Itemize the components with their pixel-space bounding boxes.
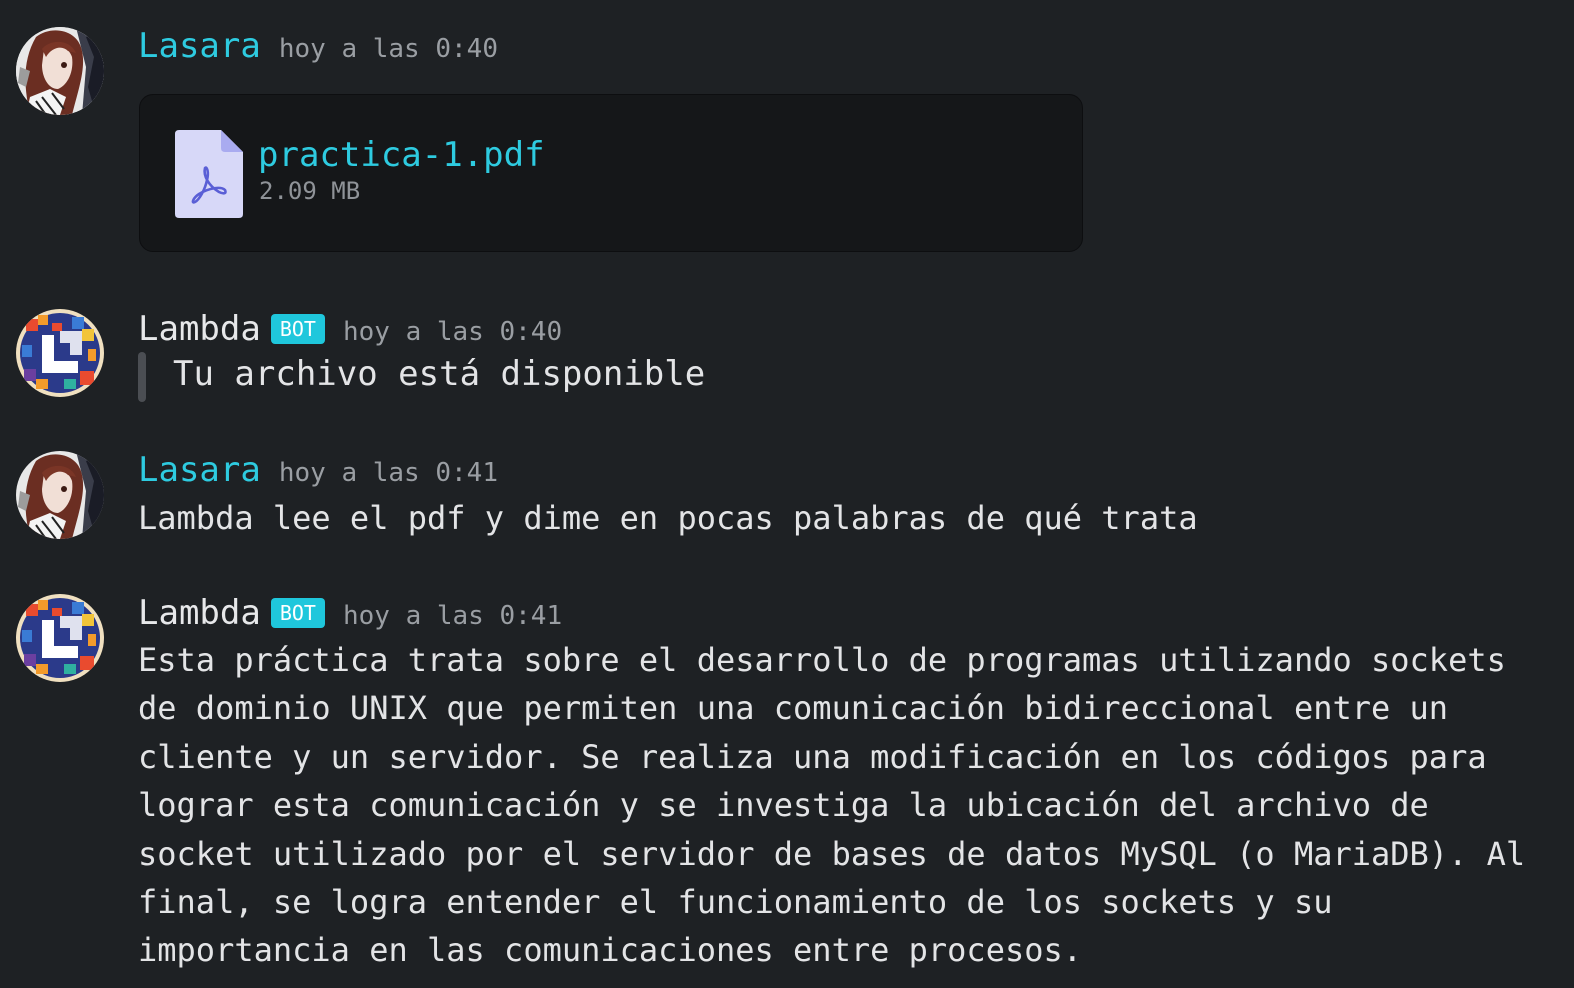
username[interactable]: Lasara <box>138 26 261 66</box>
timestamp: hoy a las 0:41 <box>278 458 498 488</box>
message-text: Esta práctica trata sobre el desarrollo … <box>138 641 1545 970</box>
username[interactable]: Lasara <box>138 450 261 490</box>
bot-avatar[interactable] <box>16 594 104 682</box>
file-size: 2.09 MB <box>259 177 361 205</box>
file-name-link[interactable]: practica-1.pdf <box>258 135 545 175</box>
bot-tag: BOT <box>270 598 325 628</box>
message-header: Lambda BOT hoy a las 0:41 <box>138 593 562 633</box>
bot-avatar[interactable] <box>16 309 104 397</box>
user-avatar[interactable] <box>16 27 104 115</box>
username[interactable]: Lambda <box>138 593 261 633</box>
message-header: Lasara hoy a las 0:40 <box>138 26 498 66</box>
bot-tag: BOT <box>270 314 325 344</box>
timestamp: hoy a las 0:41 <box>342 601 563 631</box>
pdf-file-icon <box>175 130 243 218</box>
username[interactable]: Lambda <box>138 309 261 349</box>
quote-text: Tu archivo está disponible <box>173 354 706 394</box>
message-text: Lambda lee el pdf y dime en pocas palabr… <box>138 499 1198 537</box>
timestamp: hoy a las 0:40 <box>278 34 498 64</box>
timestamp: hoy a las 0:40 <box>342 317 563 347</box>
file-attachment: practica-1.pdf 2.09 MB <box>139 94 1083 252</box>
message-header: Lambda BOT hoy a las 0:40 <box>138 309 562 349</box>
user-avatar[interactable] <box>16 451 104 539</box>
quote-bar <box>138 352 146 402</box>
message-header: Lasara hoy a las 0:41 <box>138 450 498 490</box>
